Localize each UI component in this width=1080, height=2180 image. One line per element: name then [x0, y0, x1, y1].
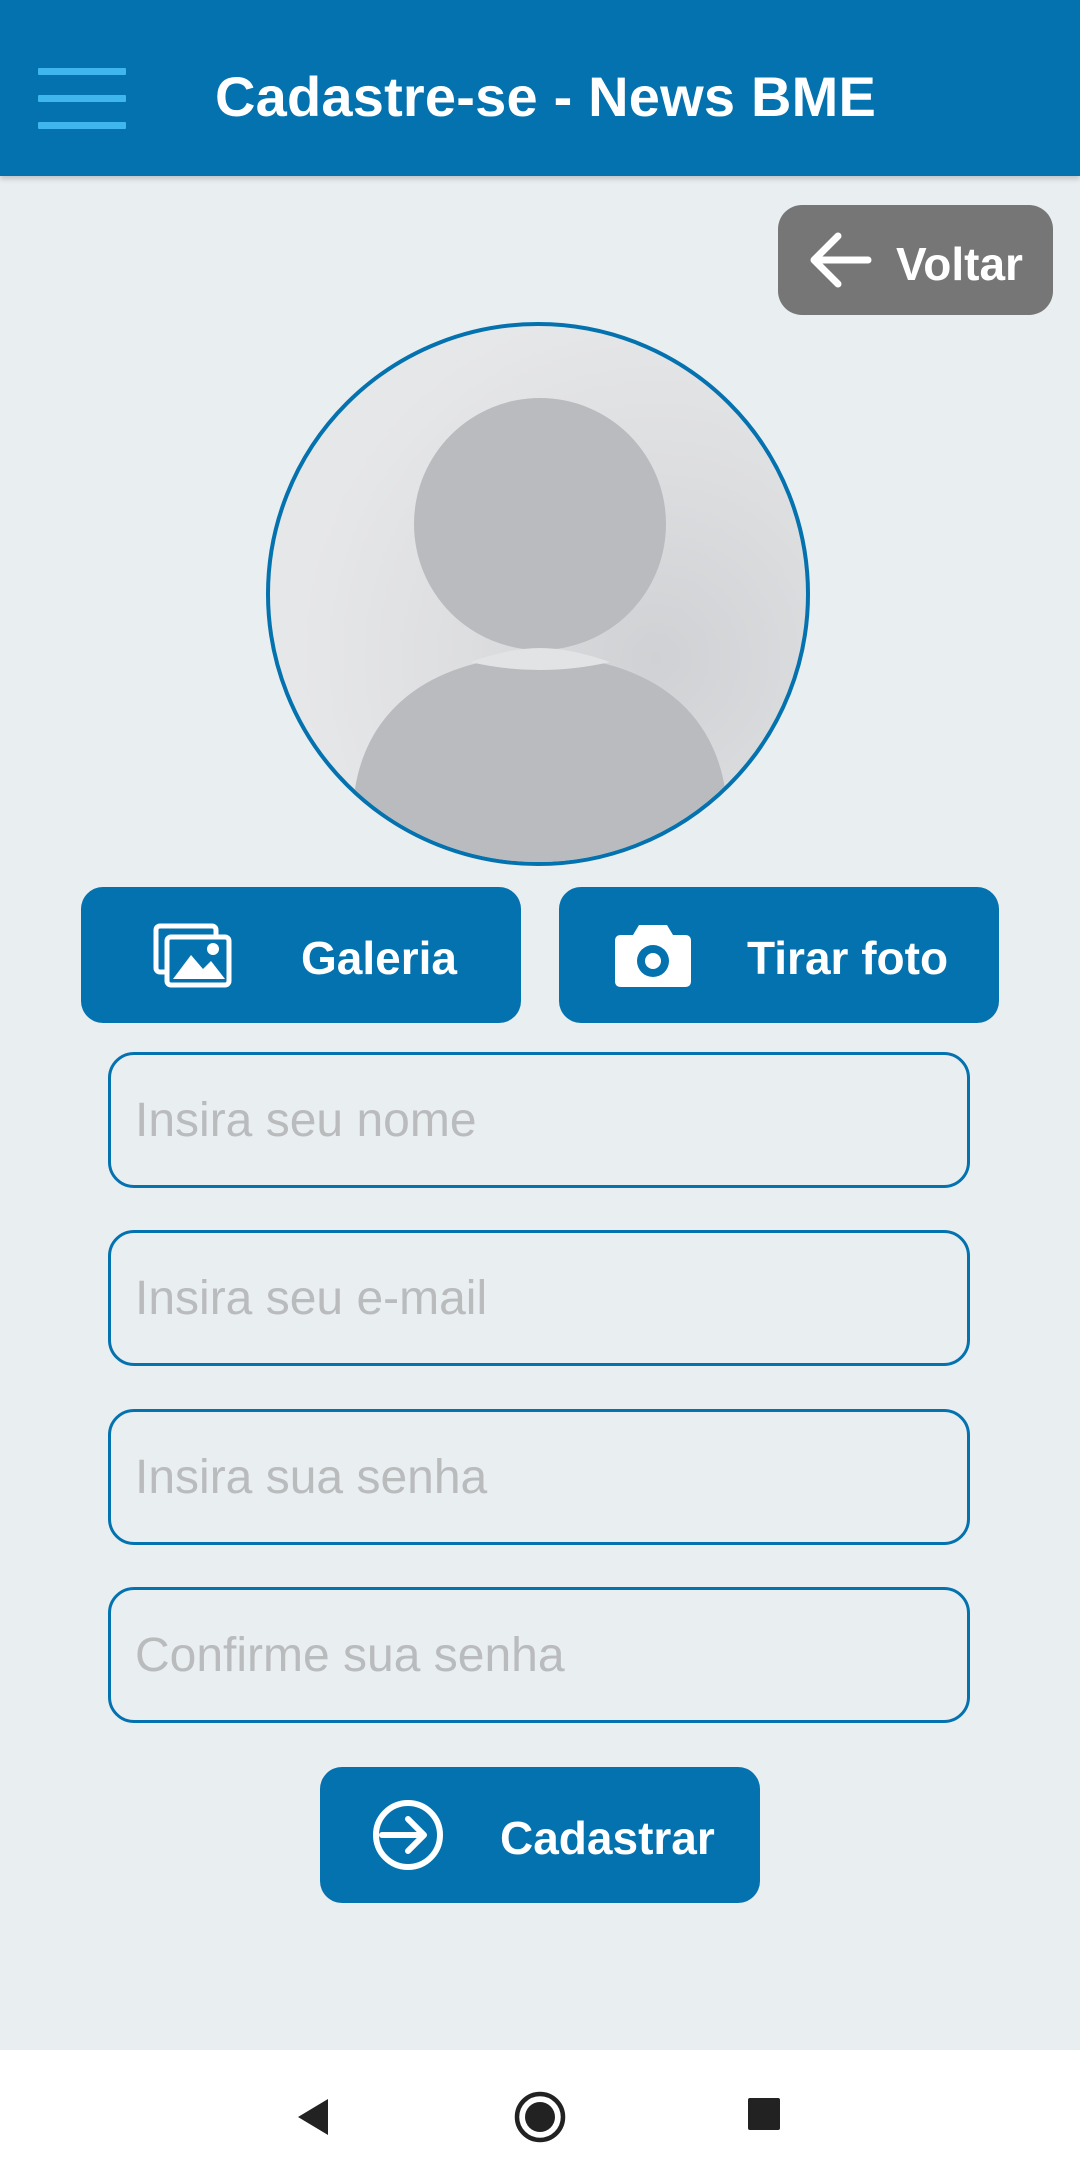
profile-photo[interactable] — [266, 322, 810, 866]
nav-back-icon[interactable] — [296, 2097, 330, 2137]
back-button[interactable]: Voltar — [778, 205, 1053, 315]
arrow-left-icon — [810, 232, 872, 288]
take-photo-button[interactable]: Tirar foto — [559, 887, 999, 1023]
nav-home-icon[interactable] — [513, 2090, 567, 2144]
gallery-button[interactable]: Galeria — [81, 887, 521, 1023]
sign-in-icon — [373, 1800, 443, 1870]
page-title: Cadastre-se - News BME — [215, 65, 877, 128]
take-photo-button-label: Tirar foto — [747, 932, 949, 984]
password-field[interactable] — [108, 1409, 970, 1545]
camera-icon — [615, 925, 691, 987]
nav-recents-icon[interactable] — [748, 2098, 780, 2130]
images-icon — [153, 923, 232, 988]
password-input[interactable] — [111, 1412, 967, 1542]
gallery-button-label: Galeria — [301, 932, 457, 984]
confirm-password-field[interactable] — [108, 1587, 970, 1723]
confirm-password-input[interactable] — [111, 1590, 967, 1720]
email-field[interactable] — [108, 1230, 970, 1366]
email-input[interactable] — [111, 1233, 967, 1363]
register-button-label: Cadastrar — [500, 1812, 715, 1864]
app-bar: Cadastre-se - News BME — [0, 0, 1080, 176]
back-button-label: Voltar — [896, 238, 1023, 290]
hamburger-menu-icon[interactable] — [38, 68, 126, 130]
user-placeholder-icon — [354, 398, 726, 862]
register-button[interactable]: Cadastrar — [320, 1767, 760, 1903]
name-input[interactable] — [111, 1055, 967, 1185]
name-field[interactable] — [108, 1052, 970, 1188]
